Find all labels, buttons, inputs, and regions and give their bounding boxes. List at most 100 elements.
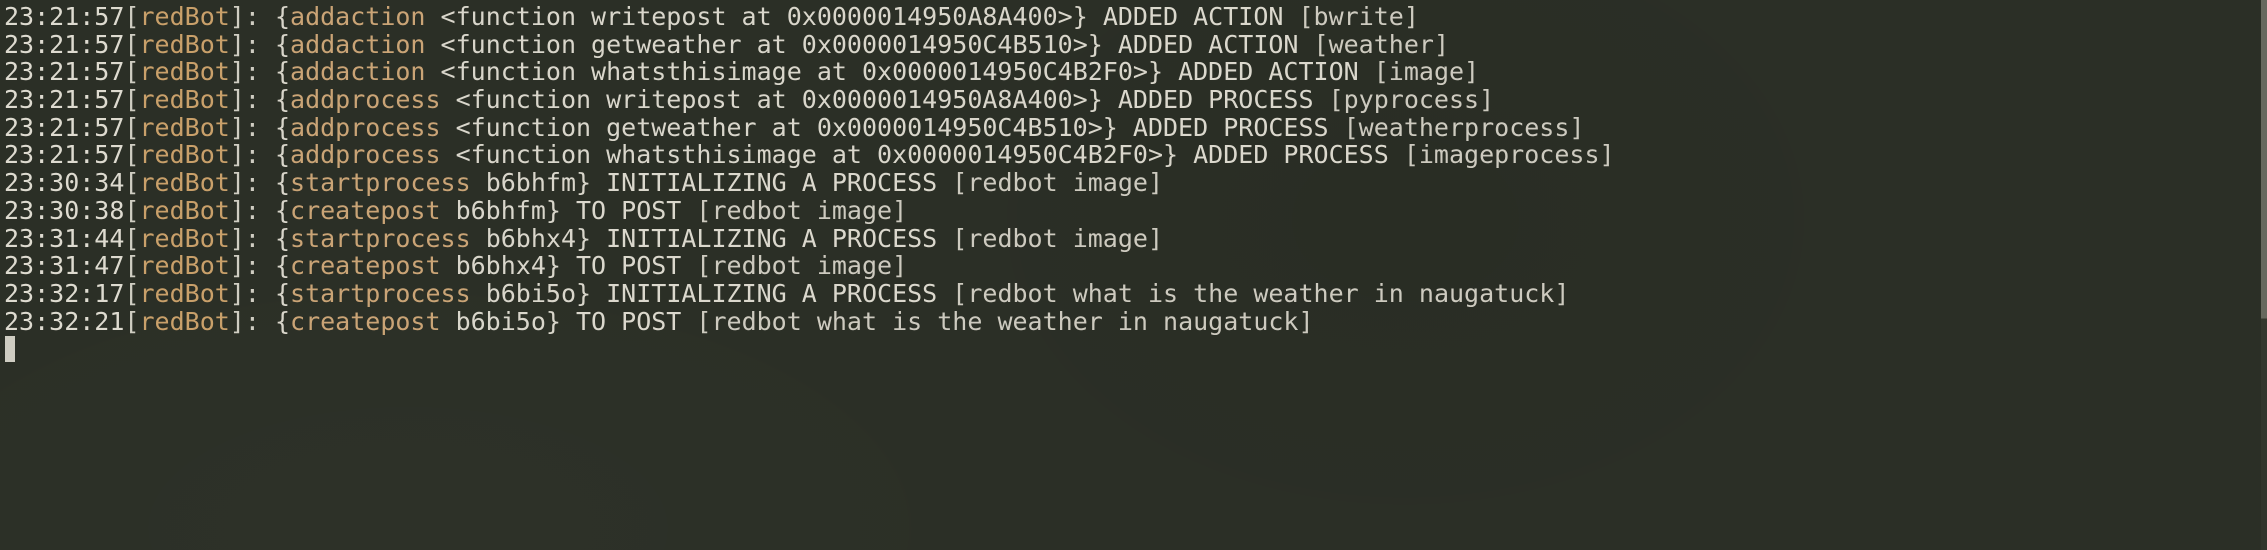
log-bot-name: redBot [139, 85, 230, 115]
log-brace-close: } [545, 195, 576, 225]
log-line: 23:30:34[redBot]: {startprocess b6bhfm} … [4, 169, 2267, 197]
terminal-prompt-line[interactable] [4, 335, 2267, 363]
log-bot-name: redBot [139, 168, 230, 198]
log-bracket-open: [ [124, 251, 140, 281]
log-brace-open: { [274, 223, 291, 253]
log-bracket-open: [ [124, 2, 140, 31]
log-brace-close: } [545, 306, 576, 336]
log-bracket-close: ]: [229, 223, 275, 253]
log-timestamp: 23:21:57 [4, 57, 125, 87]
log-bracket-open: [ [124, 168, 140, 198]
log-command: createpost [290, 306, 441, 336]
log-status: TO POST [576, 195, 697, 225]
log-tag: [bwrite] [1298, 2, 1419, 31]
log-bracket-close: ]: [229, 168, 275, 198]
log-timestamp: 23:30:34 [4, 168, 125, 198]
log-command: addprocess [290, 140, 441, 170]
log-tag: [redbot image] [696, 251, 908, 281]
log-brace-open: { [274, 85, 291, 115]
log-bracket-close: ]: [229, 2, 275, 31]
log-brace-open: { [274, 57, 291, 87]
log-brace-close: } [1163, 140, 1194, 170]
log-timestamp: 23:32:21 [4, 306, 125, 336]
log-detail: b6bhfm [440, 195, 546, 225]
log-line: 23:30:38[redBot]: {createpost b6bhfm} TO… [4, 195, 2267, 225]
log-timestamp: 23:21:57 [4, 29, 125, 59]
text-cursor [5, 336, 15, 363]
log-command: addprocess [290, 85, 441, 115]
log-brace-close: } [1147, 57, 1179, 87]
log-bracket-open: [ [124, 85, 140, 115]
log-brace-close: } [1087, 85, 1118, 115]
log-bot-name: redBot [139, 112, 230, 142]
log-brace-open: { [274, 306, 291, 336]
log-brace-open: { [274, 29, 291, 59]
log-command: addaction [290, 2, 426, 31]
log-detail: b6bi5o [440, 306, 546, 336]
log-bot-name: redBot [139, 278, 230, 308]
log-timestamp: 23:31:47 [4, 251, 125, 281]
log-brace-close: } [1072, 2, 1103, 31]
log-timestamp: 23:21:57 [4, 2, 125, 31]
log-line: 23:21:57[redBot]: {addprocess <function … [4, 86, 2267, 114]
log-bracket-open: [ [124, 112, 140, 142]
log-line: 23:21:57[redBot]: {addprocess <function … [4, 141, 2267, 169]
log-status: ADDED PROCESS [1193, 140, 1404, 170]
log-bot-name: redBot [139, 2, 230, 31]
log-detail: b6bhfm [470, 168, 576, 198]
log-brace-close: } [1102, 112, 1133, 142]
log-status: INITIALIZING A PROCESS [606, 278, 953, 308]
log-bot-name: redBot [139, 29, 230, 59]
log-detail: <function whatsthisimage at 0x0000014950… [425, 57, 1148, 87]
log-bot-name: redBot [139, 306, 230, 336]
log-bracket-open: [ [124, 278, 140, 308]
terminal-window[interactable]: 23:21:57[redBot]: {addaction <function w… [0, 0, 2267, 550]
log-bracket-close: ]: [229, 29, 275, 59]
log-status: ADDED ACTION [1117, 29, 1314, 59]
log-bot-name: redBot [139, 223, 230, 253]
log-timestamp: 23:30:38 [4, 195, 125, 225]
log-line: 23:21:57[redBot]: {addaction <function g… [4, 29, 2267, 59]
log-status: ADDED ACTION [1178, 57, 1374, 87]
scrollbar-track[interactable] [2261, 0, 2267, 550]
log-command: createpost [290, 195, 441, 225]
log-line: 23:21:57[redBot]: {addaction <function w… [4, 3, 2267, 31]
log-status: ADDED ACTION [1102, 2, 1299, 31]
log-detail: b6bhx4 [470, 223, 576, 253]
log-brace-open: { [274, 112, 291, 142]
log-status: TO POST [576, 306, 697, 336]
log-detail: <function getweather at 0x0000014950C4B5… [440, 112, 1103, 142]
log-bracket-close: ]: [229, 251, 275, 281]
log-line: 23:32:21[redBot]: {createpost b6bi5o} TO… [4, 306, 2267, 336]
log-bracket-open: [ [124, 57, 140, 87]
log-detail: <function writepost at 0x0000014950A8A40… [425, 2, 1073, 31]
log-bot-name: redBot [139, 195, 230, 225]
log-detail: b6bi5o [470, 278, 576, 308]
log-tag: [redbot image] [952, 168, 1164, 198]
log-bracket-close: ]: [229, 140, 275, 170]
log-bracket-open: [ [124, 195, 140, 225]
log-status: ADDED PROCESS [1132, 112, 1344, 142]
log-bracket-close: ]: [229, 195, 275, 225]
log-brace-open: { [274, 251, 291, 281]
terminal-output-area[interactable]: 23:21:57[redBot]: {addaction <function w… [0, 0, 2267, 550]
log-timestamp: 23:21:57 [4, 112, 125, 142]
log-timestamp: 23:21:57 [4, 140, 125, 170]
log-timestamp: 23:32:17 [4, 278, 125, 308]
log-tag: [image] [1373, 57, 1480, 87]
log-brace-close: } [576, 168, 607, 198]
log-tag: [imageprocess] [1403, 140, 1615, 170]
log-tag: [redbot image] [952, 223, 1164, 253]
log-brace-close: } [545, 251, 576, 281]
log-brace-open: { [274, 195, 291, 225]
log-line: 23:31:44[redBot]: {startprocess b6bhx4} … [4, 223, 2267, 253]
log-brace-open: { [274, 168, 291, 198]
log-command: addaction [290, 57, 426, 87]
log-line: 23:21:57[redBot]: {addprocess <function … [4, 112, 2267, 142]
log-line: 23:31:47[redBot]: {createpost b6bhx4} TO… [4, 252, 2267, 280]
log-brace-close: } [576, 223, 607, 253]
log-detail: <function whatsthisimage at 0x0000014950… [440, 140, 1163, 170]
log-status: INITIALIZING A PROCESS [606, 223, 953, 253]
log-line: 23:21:57[redBot]: {addaction <function w… [4, 58, 2267, 86]
log-brace-open: { [274, 140, 291, 170]
